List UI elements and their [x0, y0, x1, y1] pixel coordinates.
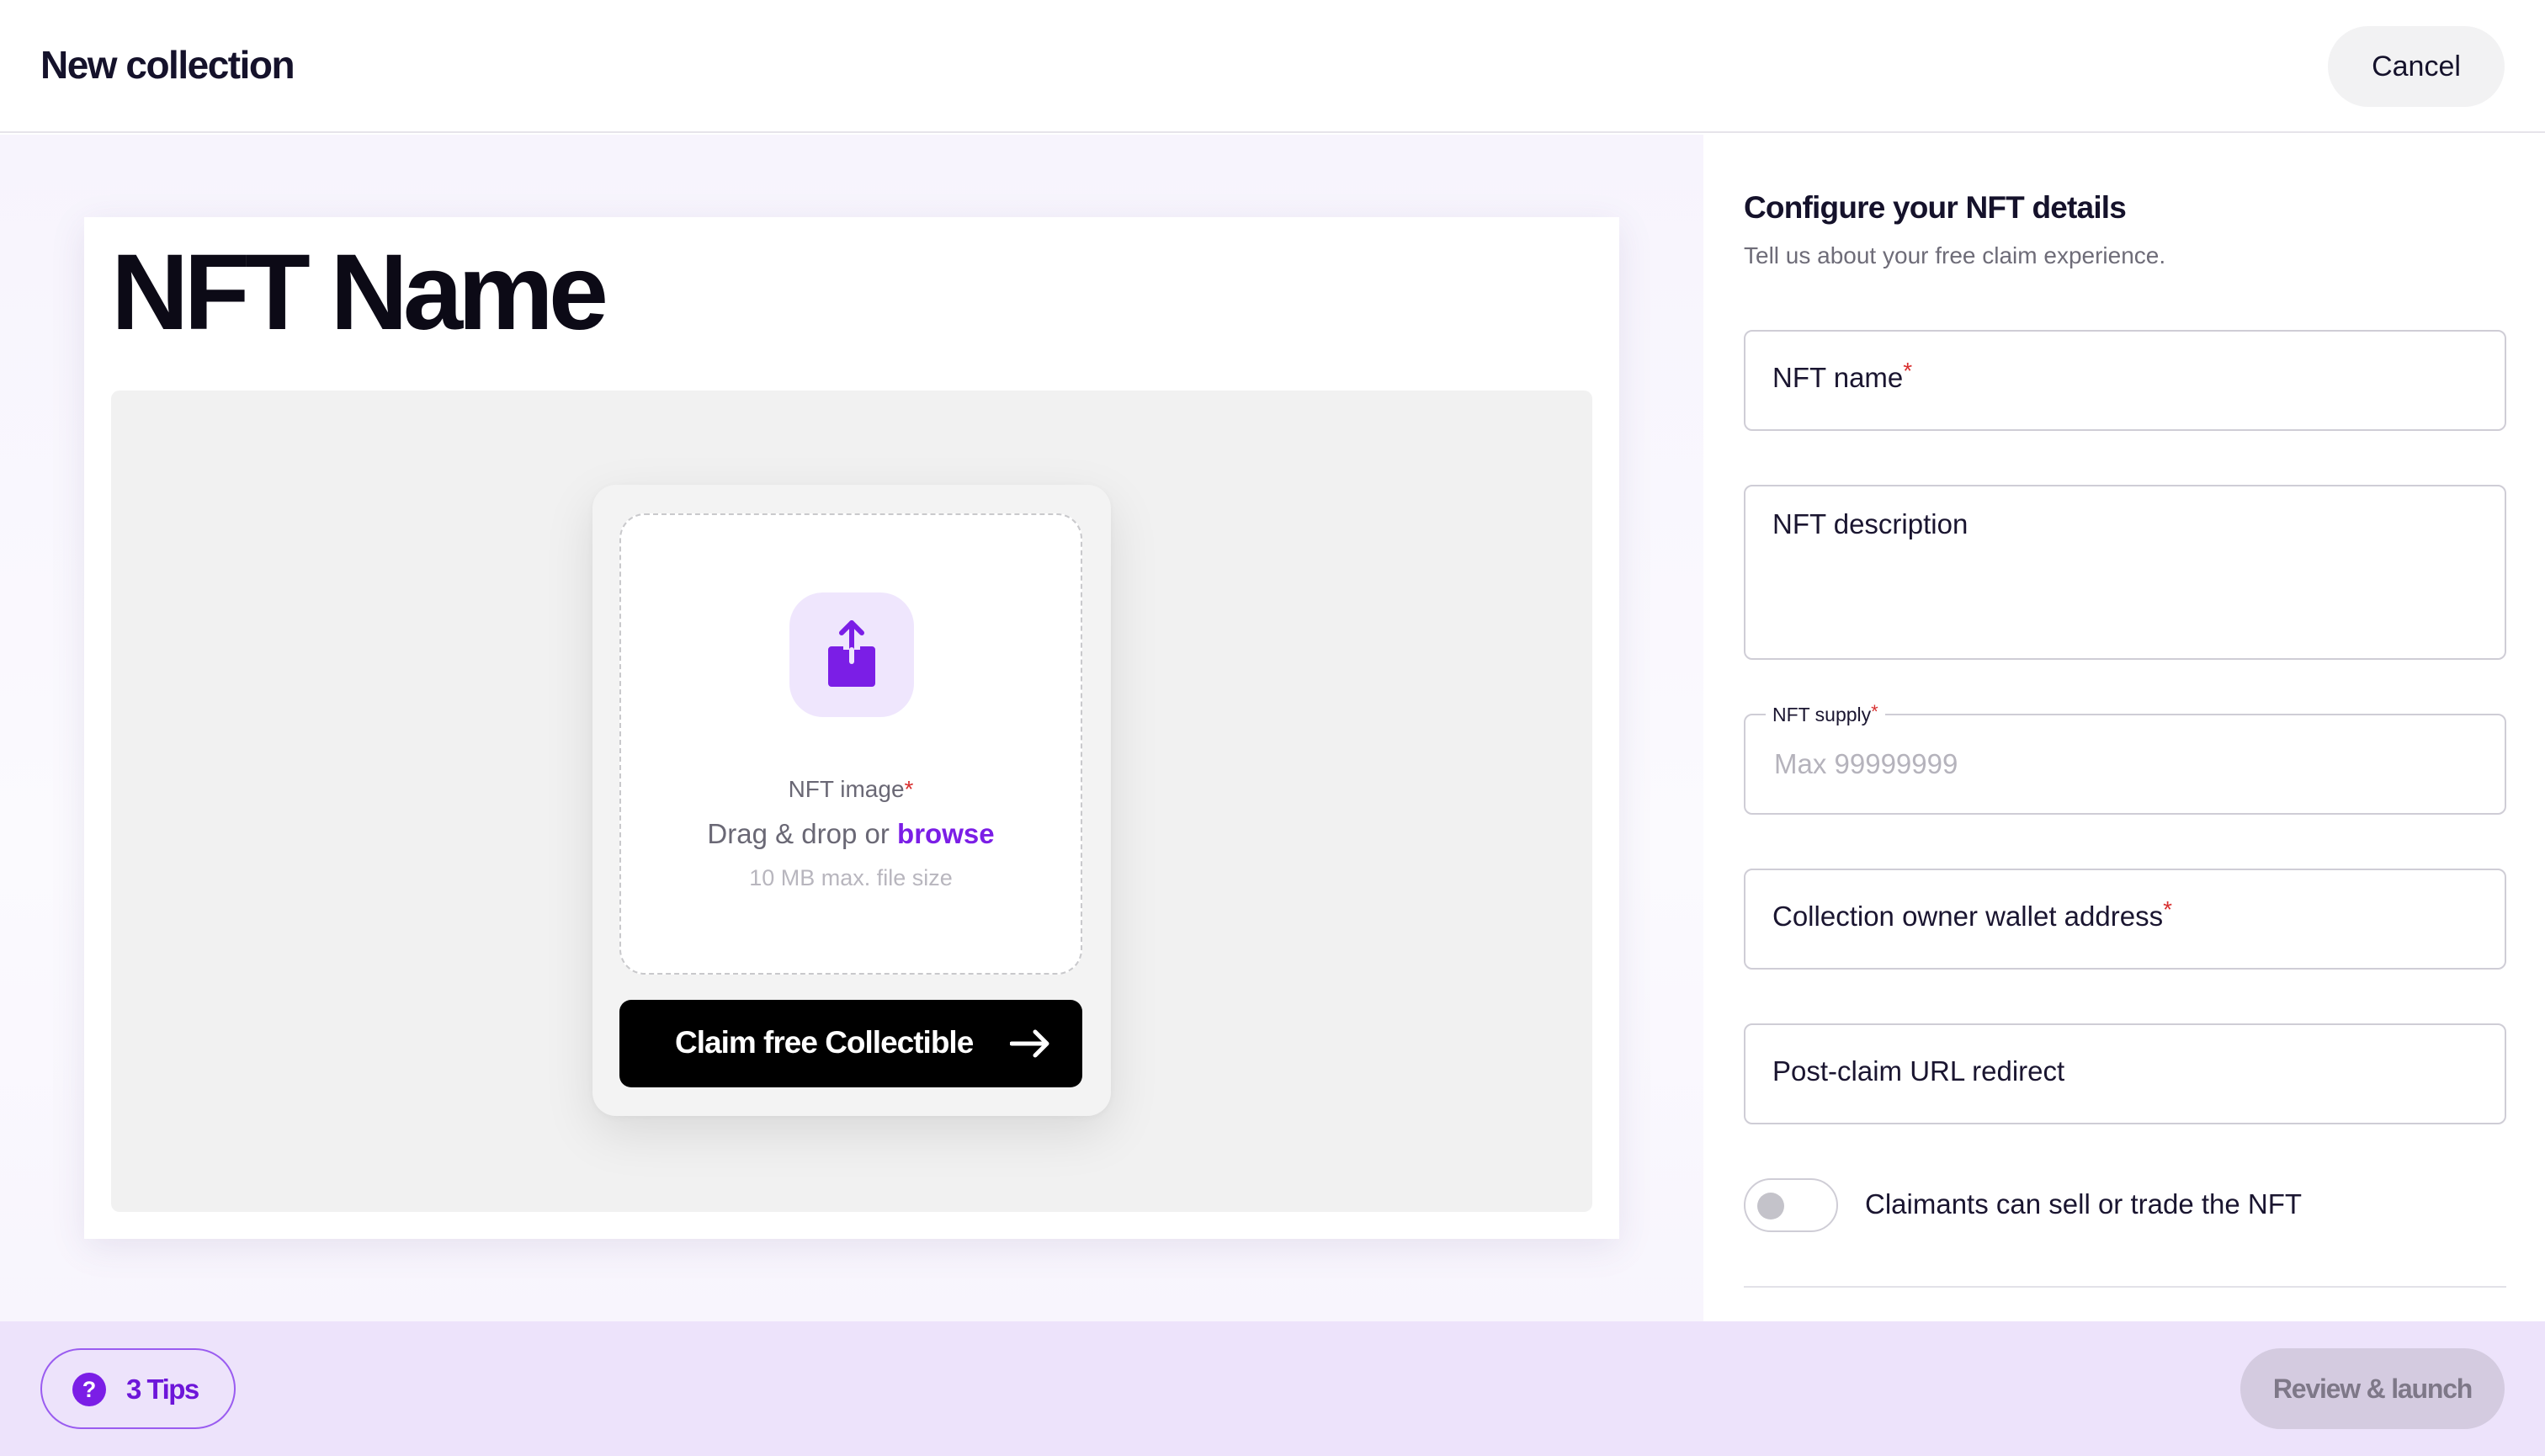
help-icon: ?	[72, 1373, 106, 1406]
browse-link[interactable]: browse	[897, 818, 995, 849]
arrow-right-icon	[1010, 1029, 1049, 1058]
cancel-button[interactable]: Cancel	[2328, 26, 2505, 107]
nft-name-label: NFT name*	[1772, 358, 1913, 393]
upload-icon	[828, 620, 875, 687]
tips-label: 3 Tips	[126, 1374, 199, 1405]
required-asterisk: *	[1871, 701, 1878, 722]
owner-wallet-label: Collection owner wallet address*	[1772, 896, 2172, 932]
bottom-bar: ? 3 Tips Review & launch	[0, 1321, 2545, 1456]
owner-wallet-field[interactable]: Collection owner wallet address*	[1744, 869, 2506, 970]
toggle-knob	[1757, 1193, 1784, 1220]
nft-supply-label: NFT supply*	[1766, 701, 1885, 726]
nft-image-label: NFT image*	[788, 776, 914, 802]
form-heading: Configure your NFT details	[1744, 190, 2127, 225]
required-asterisk: *	[904, 776, 914, 802]
nft-name-field[interactable]: NFT name*	[1744, 330, 2506, 431]
redirect-url-field[interactable]: Post-claim URL redirect	[1744, 1023, 2506, 1124]
nft-description-field[interactable]: NFT description	[1744, 485, 2506, 660]
form-subheading: Tell us about your free claim experience…	[1744, 242, 2166, 268]
nft-description-label: NFT description	[1772, 508, 1969, 539]
preview-stage: NFT image* Drag & drop or browse 10 MB m…	[111, 391, 1592, 1212]
image-dropzone[interactable]: NFT image* Drag & drop or browse 10 MB m…	[619, 513, 1082, 975]
claim-collectible-button[interactable]: Claim free Collectible	[619, 1000, 1082, 1087]
form-divider	[1744, 1286, 2506, 1288]
tips-button[interactable]: ? 3 Tips	[40, 1348, 236, 1429]
tradeable-toggle-label: Claimants can sell or trade the NFT	[1865, 1188, 2303, 1220]
nft-name-preview: NFT Name	[111, 232, 608, 353]
nft-supply-field: NFT supply*	[1744, 701, 2506, 815]
top-header: New collection Cancel	[0, 0, 2545, 133]
form-pane: Configure your NFT details Tell us about…	[1703, 135, 2545, 1321]
file-size-hint: 10 MB max. file size	[749, 865, 953, 890]
claim-button-label: Claim free Collectible	[675, 1025, 974, 1060]
tradeable-toggle[interactable]	[1744, 1178, 1838, 1232]
preview-card: NFT Name NFT image* Drag & drop or brows…	[84, 217, 1619, 1239]
page-title: New collection	[40, 43, 295, 87]
redirect-url-label: Post-claim URL redirect	[1772, 1055, 2065, 1087]
required-asterisk: *	[2163, 896, 2172, 922]
review-launch-button[interactable]: Review & launch	[2240, 1348, 2505, 1429]
required-asterisk: *	[1903, 358, 1913, 384]
nft-supply-input[interactable]	[1774, 744, 2447, 784]
claim-card: NFT image* Drag & drop or browse 10 MB m…	[592, 485, 1111, 1116]
drag-drop-text: Drag & drop or browse	[707, 818, 995, 849]
preview-pane: NFT Name NFT image* Drag & drop or brows…	[0, 135, 1703, 1321]
upload-icon-badge	[789, 592, 914, 717]
